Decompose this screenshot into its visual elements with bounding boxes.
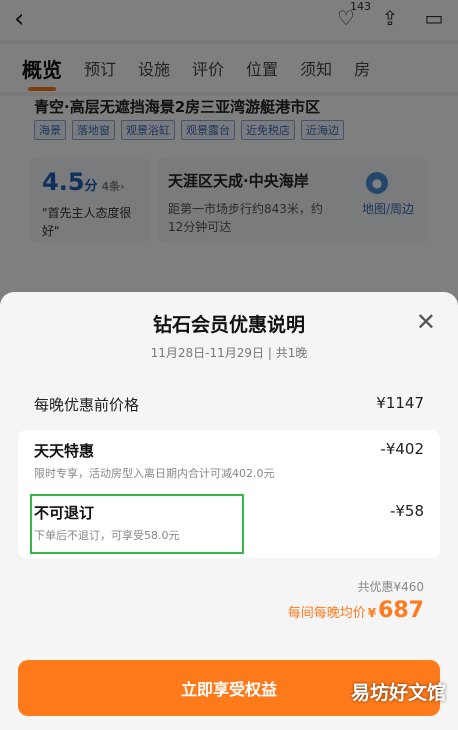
sheet-title: 钻石会员优惠说明 (152, 314, 305, 336)
base-price-label: 每晚优惠前价格 (34, 396, 140, 414)
average-price: 每间每晚均价 ¥ 687 (288, 598, 424, 623)
discount-name: 天天特惠 (34, 442, 95, 460)
stay-dates: 11月28日-11月29日 | 共1晚 (150, 346, 308, 360)
avg-label: 每间每晚均价 (287, 606, 366, 621)
discount-sheet: 钻石会员优惠说明 ✕ 11月28日-11月29日 | 共1晚 每晚优惠前价格 ¥… (0, 292, 458, 730)
total-discount: 共优惠¥460 (357, 580, 424, 594)
discount-item: 天天特惠 -¥402 限时专享，活动房型入离日期内合计可减402.0元 (34, 440, 424, 481)
base-price-value: ¥1147 (376, 394, 424, 412)
close-icon[interactable]: ✕ (416, 310, 436, 334)
discount-name: 不可退订 (34, 504, 95, 522)
discount-list: 天天特惠 -¥402 限时专享，活动房型入离日期内合计可减402.0元 不可退订… (18, 430, 440, 558)
discount-amount: -¥402 (380, 440, 424, 458)
watermark: 易坊好文馆 (350, 682, 446, 704)
discount-desc: 下单后不退订，可享受58.0元 (34, 529, 180, 542)
discount-amount: -¥58 (389, 502, 424, 520)
base-price-row: 每晚优惠前价格 ¥1147 (34, 394, 424, 415)
avg-value: 687 (378, 598, 424, 623)
discount-desc: 限时专享，活动房型入离日期内合计可减402.0元 (34, 467, 275, 480)
avg-currency: ¥ (367, 606, 377, 620)
discount-item: 不可退订 -¥58 下单后不退订，可享受58.0元 (34, 502, 424, 543)
